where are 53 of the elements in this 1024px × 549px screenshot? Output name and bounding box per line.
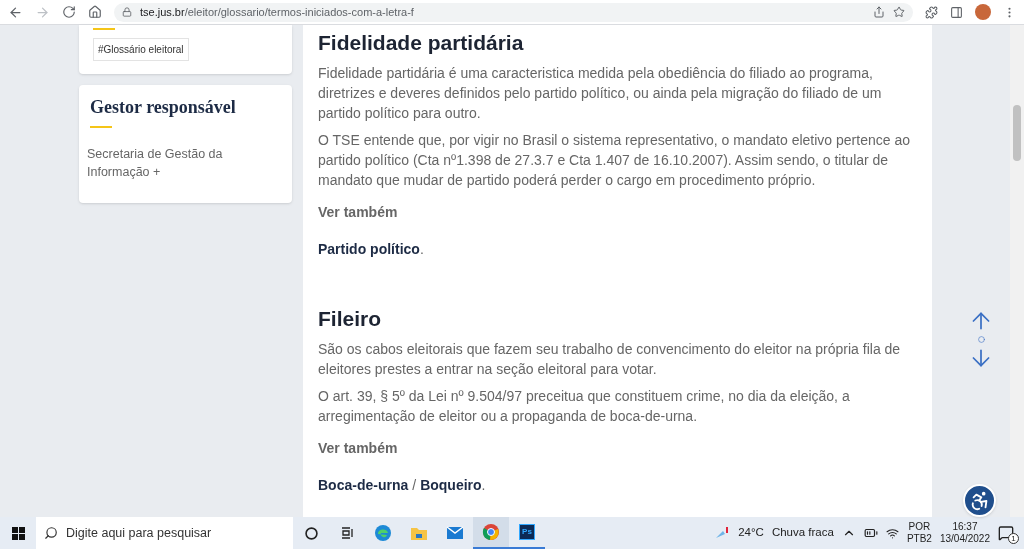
- language[interactable]: POR: [908, 521, 931, 533]
- see-also-label: Ver também: [318, 439, 399, 458]
- weather-text[interactable]: Chuva fraca: [771, 524, 834, 542]
- url-text: tse.jus.br/eleitor/glossario/termos-iniciados-com-a-letra-f: [140, 4, 414, 20]
- search-icon: [44, 526, 58, 540]
- circle-icon: [304, 526, 318, 540]
- paragraph: Fidelidade partidária é uma caracteristica medida pela obediência do filiado ao programa, diretrizes e deveres definidos pelo partido político, ou ainda pela migração do filiado de um partido político para outro.: [318, 64, 883, 123]
- edge-icon: [374, 524, 392, 542]
- entry-title: Fileiro: [318, 306, 382, 332]
- tag[interactable]: #Glossário eleitoral: [93, 38, 189, 61]
- folder-icon: [410, 525, 428, 541]
- reload-icon[interactable]: [62, 5, 76, 19]
- extensions-icon[interactable]: [925, 5, 938, 19]
- separator: /: [412, 476, 417, 495]
- envelope-icon: [446, 526, 464, 540]
- lock-icon: [122, 7, 132, 17]
- taskbar-search-field[interactable]: Digite aqui para pesquisar: [36, 517, 293, 549]
- address-bar[interactable]: tse.jus.br/eleitor/glossario/termos-iniciados-com-a-letra-f: [114, 2, 913, 22]
- battery-icon[interactable]: [863, 526, 878, 540]
- term-link[interactable]: Boqueiro: [420, 475, 482, 496]
- term-link[interactable]: Boca-de-urna: [318, 475, 409, 496]
- search-placeholder: Digite aqui para pesquisar: [66, 524, 212, 542]
- profile-avatar[interactable]: [975, 4, 991, 20]
- share-icon[interactable]: [873, 6, 885, 18]
- home-icon[interactable]: [88, 5, 102, 19]
- keyboard-layout[interactable]: PTB2: [906, 533, 932, 545]
- dot-icon[interactable]: [977, 336, 985, 343]
- wifi-icon[interactable]: [885, 526, 899, 540]
- chrome-icon: [482, 523, 500, 541]
- term-link[interactable]: Partido político: [318, 239, 420, 260]
- chrome-button[interactable]: [473, 517, 509, 549]
- photoshop-icon: Ps: [519, 524, 535, 540]
- windows-icon: [11, 526, 25, 540]
- entry-title: Fidelidade partidária: [318, 30, 525, 56]
- photoshop-button[interactable]: Ps: [509, 517, 545, 549]
- see-also-label: Ver também: [318, 203, 399, 222]
- paragraph: O TSE entende que, por vigir no Brasil o sistema representativo, o mandato eletivo pertence ao partido político (Cta nº1.398 de 27.3.7 e Cta 1.407 de 16.10.2007). Assim sendo, o titular de mandato que mudar de partido poderá perder o cargo em procedimento próprio.: [318, 131, 911, 190]
- side-panel-icon[interactable]: [950, 5, 963, 19]
- scrollbar[interactable]: [1010, 25, 1024, 517]
- clock-date[interactable]: 13/04/2022: [939, 533, 990, 545]
- paragraph: São os cabos eleitorais que fazem seu trabalho de convencimento do eleitor na própria fila de eleitores prestes a entrar na seção eleitoral para votar.: [318, 340, 902, 379]
- clock-time[interactable]: 16:37: [952, 521, 978, 533]
- back-icon[interactable]: [8, 4, 23, 20]
- gestor-text[interactable]: Secretaria de Gestão da Informação +: [87, 145, 237, 181]
- paragraph: O art. 39, § 5º da Lei nº 9.504/97 preceitua que constituem crime, no dia da eleição, a arregimentação de eleitor ou a propaganda de boca-de-urna.: [318, 387, 851, 426]
- period: .: [481, 476, 486, 495]
- task-view-icon: [340, 526, 354, 540]
- period: .: [419, 240, 424, 259]
- bookmark-icon[interactable]: [893, 6, 905, 18]
- accessibility-button[interactable]: [963, 484, 996, 517]
- notification-count: 1: [1008, 533, 1019, 544]
- temperature[interactable]: 24°C: [738, 524, 764, 542]
- card-title: Gestor responsável: [90, 96, 237, 119]
